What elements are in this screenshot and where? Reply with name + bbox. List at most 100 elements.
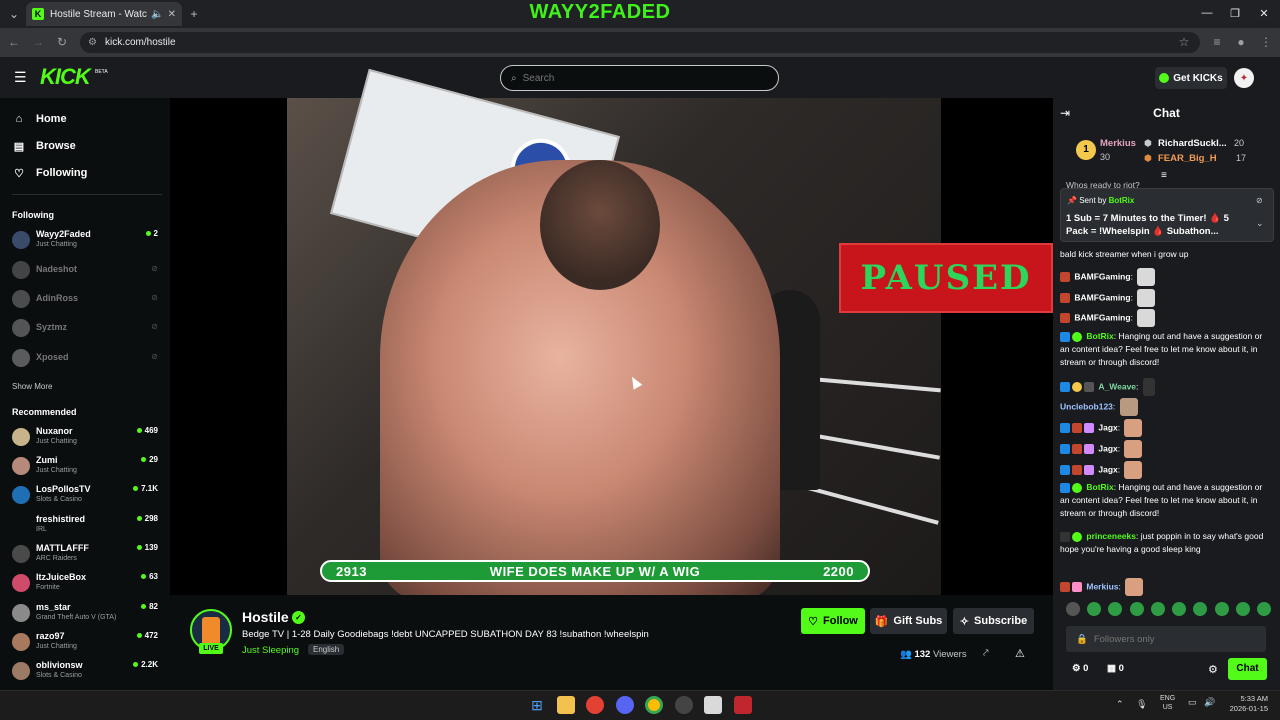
emote-icon[interactable]: [1087, 602, 1102, 616]
user-avatar[interactable]: ✦: [1234, 68, 1254, 88]
following-channel[interactable]: Wayy2Faded Just Chatting 2: [12, 227, 162, 253]
gift-subs-button[interactable]: 🎁 Gift Subs: [870, 608, 947, 634]
language-tag[interactable]: English: [308, 644, 345, 655]
emote-icon[interactable]: [1108, 602, 1123, 616]
hamburger-menu-icon[interactable]: ☰: [14, 70, 28, 84]
chat-username[interactable]: Jagx: [1098, 464, 1117, 474]
start-windows-icon[interactable]: ⊞: [528, 696, 546, 714]
points-count[interactable]: ▦ 0: [1107, 663, 1124, 674]
bookmark-star-icon[interactable]: ☆: [1176, 34, 1192, 50]
profile-icon[interactable]: ●: [1233, 34, 1249, 50]
chat-username[interactable]: Unclebob123: [1060, 401, 1113, 411]
kicks-count[interactable]: ⚙ 0: [1072, 663, 1088, 674]
following-channel[interactable]: Syztmz ⊘: [12, 315, 162, 341]
leaderboard-name[interactable]: FEAR_Big_H: [1158, 153, 1217, 164]
tab-list-chevron-icon[interactable]: ⌄: [4, 4, 24, 24]
chat-username[interactable]: BAMFGaming: [1074, 312, 1130, 322]
emote-icon[interactable]: [1172, 602, 1187, 616]
reload-icon[interactable]: ↻: [54, 34, 70, 50]
leaderboard-name[interactable]: Merkius: [1100, 138, 1136, 149]
recommended-channel[interactable]: oblivionsw Slots & Casino 2.2K: [12, 658, 162, 684]
emote-icon[interactable]: [1150, 602, 1165, 616]
emote-icon[interactable]: [1214, 602, 1229, 616]
volume-icon[interactable]: 🔊: [1204, 697, 1215, 708]
expand-pin-icon[interactable]: ⌄: [1256, 218, 1264, 229]
emote-icon[interactable]: [1066, 602, 1080, 616]
chat-username[interactable]: BotRix: [1086, 482, 1113, 492]
new-tab-icon[interactable]: +: [184, 4, 204, 24]
recommended-channel[interactable]: MATTLAFFF ARC Raiders 139: [12, 541, 162, 567]
emote-icon[interactable]: [1129, 602, 1144, 616]
media-control-icon[interactable]: ≡: [1209, 34, 1225, 50]
hide-pin-icon[interactable]: ⊘: [1256, 196, 1263, 205]
url-field[interactable]: ⚙ kick.com/hostile: [80, 32, 1200, 53]
recommended-channel[interactable]: Zumi Just Chatting 29: [12, 453, 162, 479]
leaderboard-name[interactable]: RichardSuckl...: [1158, 138, 1227, 149]
network-icon[interactable]: ▭: [1188, 697, 1197, 708]
chat-input[interactable]: [1093, 633, 1264, 645]
minimize-icon[interactable]: —: [1192, 4, 1222, 22]
chat-username[interactable]: BotRix: [1086, 331, 1113, 341]
back-icon[interactable]: ←: [6, 34, 22, 50]
chat-username[interactable]: Jagx: [1098, 422, 1117, 432]
speaker-icon[interactable]: 🔈: [151, 9, 163, 20]
obs-icon[interactable]: [675, 696, 693, 714]
recommended-channel[interactable]: ItzJuiceBox Fortnite 63: [12, 570, 162, 596]
emote-icon[interactable]: [1256, 602, 1271, 616]
chat-settings-icon[interactable]: ⚙: [1208, 663, 1218, 676]
recommended-channel[interactable]: Nuxanor Just Chatting 469: [12, 424, 162, 450]
app-icon[interactable]: [586, 696, 604, 714]
channel-name[interactable]: Hostile: [242, 609, 289, 625]
forward-icon[interactable]: →: [30, 34, 46, 50]
recommended-channel[interactable]: ms_star Grand Theft Auto V (GTA) 82: [12, 600, 162, 626]
language-indicator[interactable]: ENG US: [1160, 694, 1175, 712]
chat-username[interactable]: Jagx: [1098, 443, 1117, 453]
get-kicks-button[interactable]: Get KICKs: [1155, 67, 1227, 89]
recommended-channel[interactable]: LosPollosTV Slots & Casino 7.1K: [12, 482, 162, 508]
search-input[interactable]: [522, 72, 763, 84]
microphone-icon[interactable]: 🎙: [1136, 699, 1147, 709]
browser-tab[interactable]: K Hostile Stream - Watch Live 🔈 ✕: [26, 2, 182, 26]
subscribe-button[interactable]: ✧ Subscribe: [953, 608, 1034, 634]
file-explorer-icon[interactable]: [557, 696, 575, 714]
chat-username[interactable]: A_Weave: [1098, 381, 1136, 391]
tab-close-icon[interactable]: ✕: [168, 9, 176, 20]
site-info-icon[interactable]: ⚙: [88, 37, 97, 48]
restore-icon[interactable]: ❐: [1220, 4, 1250, 22]
emote-icon[interactable]: [1235, 602, 1250, 616]
following-channel[interactable]: Xposed ⊘: [12, 345, 162, 371]
send-chat-button[interactable]: Chat: [1228, 658, 1267, 680]
emote-icon[interactable]: [1193, 602, 1208, 616]
share-icon[interactable]: ⤤: [983, 648, 989, 659]
collapse-leaderboard-icon[interactable]: ≡: [1161, 170, 1167, 181]
sidebar-item-following[interactable]: ♡ Following: [12, 163, 87, 183]
discord-icon[interactable]: [616, 696, 634, 714]
chat-username[interactable]: princeneeks: [1086, 531, 1136, 541]
window-close-icon[interactable]: ✕: [1249, 4, 1279, 22]
sidebar-item-home[interactable]: ⌂ Home: [12, 109, 67, 129]
recommended-channel[interactable]: freshistired IRL 298: [12, 512, 162, 538]
recommended-channel[interactable]: razo97 Just Chatting 472: [12, 629, 162, 655]
chat-username[interactable]: BAMFGaming: [1074, 271, 1130, 281]
following-channel[interactable]: AdinRoss ⊘: [12, 286, 162, 312]
chat-username[interactable]: Merkius: [1086, 581, 1118, 591]
show-more-link[interactable]: Show More: [12, 382, 52, 391]
sidebar-item-browse[interactable]: ▤ Browse: [12, 136, 76, 156]
app-icon[interactable]: [704, 696, 722, 714]
collapse-chat-icon[interactable]: ⇥: [1060, 106, 1070, 120]
kick-logo[interactable]: KICK: [40, 66, 91, 88]
chevron-up-icon[interactable]: ⌃: [1116, 699, 1124, 709]
system-tray[interactable]: ⌃ 🎙: [1116, 699, 1148, 710]
report-icon[interactable]: ⚠: [1015, 647, 1025, 660]
search-box[interactable]: ⌕: [500, 65, 779, 91]
chat-username[interactable]: BAMFGaming: [1074, 292, 1130, 302]
stream-category-link[interactable]: Just Sleeping: [242, 645, 299, 656]
follow-button[interactable]: ♡ Follow: [801, 608, 865, 634]
app-icon[interactable]: [734, 696, 752, 714]
browser-menu-icon[interactable]: ⋮: [1258, 34, 1274, 50]
clock[interactable]: 5:33 AM 2026-01-15: [1222, 694, 1268, 714]
chrome-icon[interactable]: [645, 696, 663, 714]
following-channel[interactable]: Nadeshot ⊘: [12, 257, 162, 283]
chat-input-box[interactable]: 🔒: [1066, 626, 1266, 652]
moderator-badge-icon: [1060, 382, 1070, 392]
